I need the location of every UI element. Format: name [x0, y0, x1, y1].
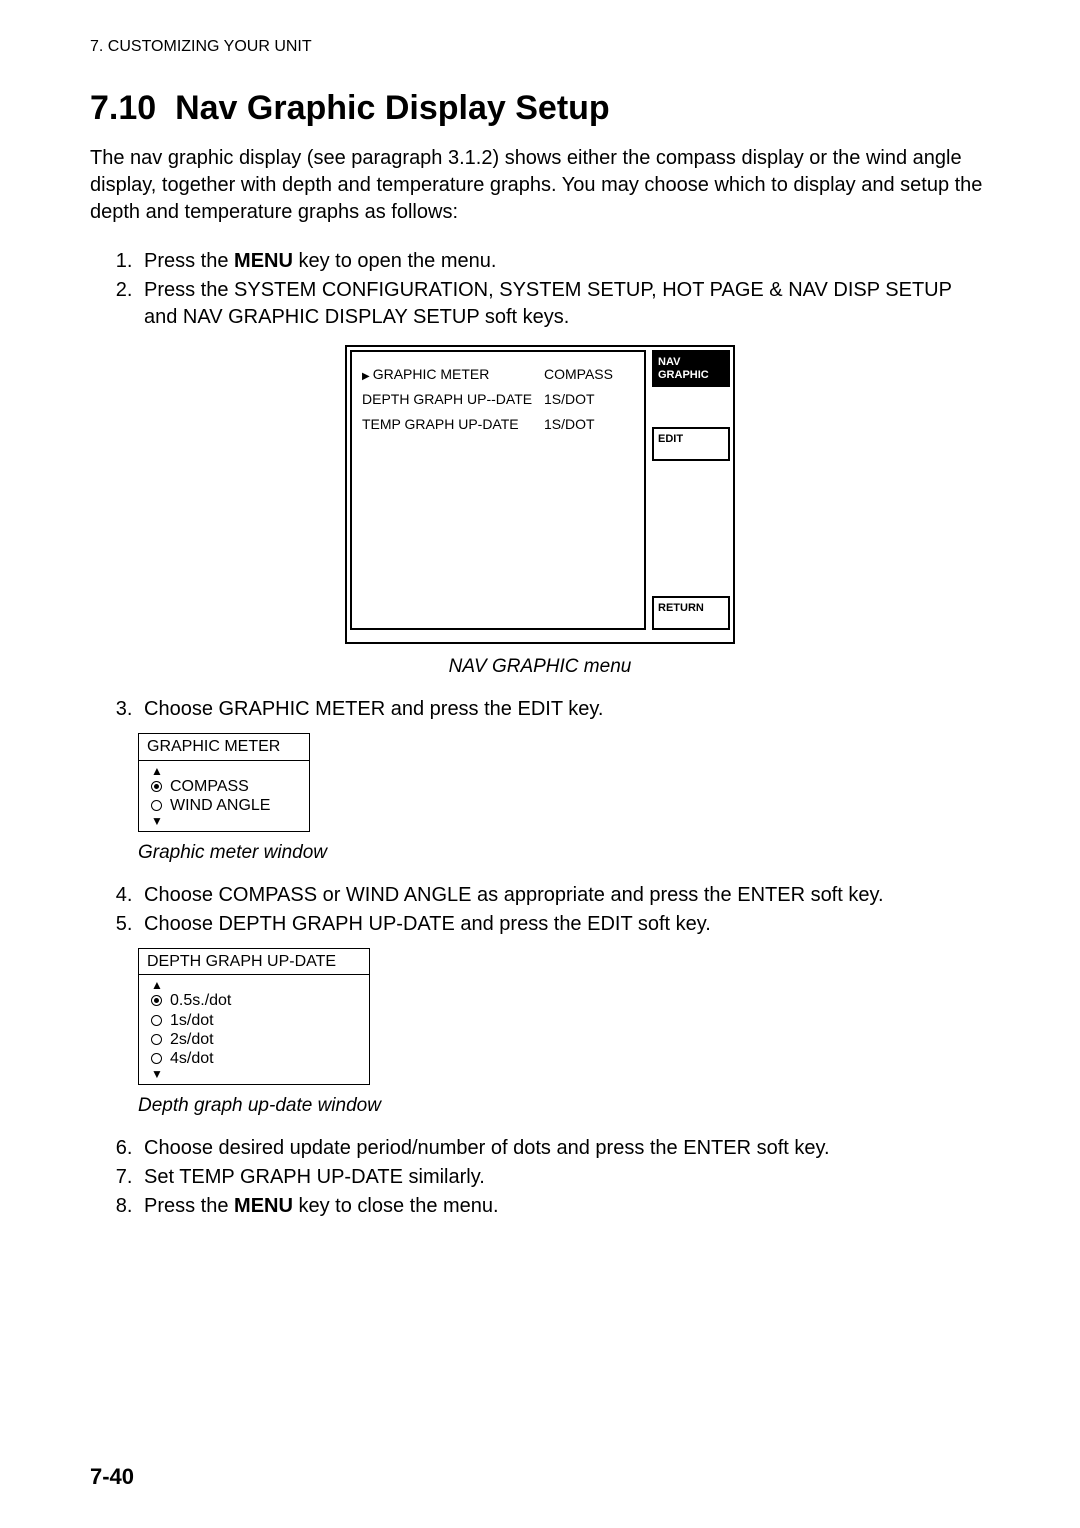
arrow-down-icon: ▼ [151, 1068, 359, 1080]
page: 7. CUSTOMIZING YOUR UNIT 7.10 Nav Graphi… [0, 0, 1080, 1528]
steps-list-1: Press the MENU key to open the menu. Pre… [90, 248, 990, 331]
depth-graph-window: DEPTH GRAPH UP-DATE ▲ 0.5s./dot 1s/dot 2… [138, 948, 370, 1085]
chapter-header: 7. CUSTOMIZING YOUR UNIT [90, 36, 990, 58]
step-8-text-c: key to close the menu. [293, 1195, 499, 1217]
intro-paragraph: The nav graphic display (see paragraph 3… [90, 145, 990, 226]
option-label: 0.5s./dot [170, 991, 231, 1010]
step-7: Set TEMP GRAPH UP-DATE similarly. [138, 1164, 990, 1191]
nav-graphic-outer: GRAPHIC METER COMPASS DEPTH GRAPH UP--DA… [345, 345, 735, 644]
radio-icon [151, 1015, 162, 1026]
radio-icon [151, 1034, 162, 1045]
option-label: 4s/dot [170, 1049, 214, 1068]
step-3: Choose GRAPHIC METER and press the EDIT … [138, 696, 990, 723]
radio-icon [151, 1053, 162, 1064]
step-1: Press the MENU key to open the menu. [138, 248, 990, 275]
nav-graphic-softkeys: NAV GRAPHIC EDIT RETURN [652, 350, 730, 630]
nav-graphic-table: GRAPHIC METER COMPASS DEPTH GRAPH UP--DA… [362, 362, 634, 437]
arrow-up-icon: ▲ [151, 765, 299, 777]
softkey-label-line1: NAV [658, 356, 680, 368]
softkey-nav-graphic[interactable]: NAV GRAPHIC [652, 350, 730, 386]
step-1-text-a: Press the [144, 250, 234, 272]
graphic-meter-window: GRAPHIC METER ▲ COMPASS WIND ANGLE ▼ [138, 733, 310, 832]
option-row[interactable]: WIND ANGLE [151, 796, 299, 815]
menu-row-value: COMPASS [544, 362, 634, 387]
depth-graph-caption: Depth graph up-date window [138, 1093, 990, 1119]
graphic-meter-title: GRAPHIC METER [139, 734, 309, 761]
option-label: WIND ANGLE [170, 796, 270, 815]
option-label: 2s/dot [170, 1030, 214, 1049]
softkey-edit[interactable]: EDIT [652, 427, 730, 461]
option-row[interactable]: 4s/dot [151, 1049, 359, 1068]
step-1-text-c: key to open the menu. [293, 250, 496, 272]
steps-list-6: Choose desired update period/number of d… [90, 1135, 990, 1220]
menu-row-selected: GRAPHIC METER [362, 366, 489, 382]
section-number: 7.10 [90, 89, 156, 127]
nav-graphic-caption: NAV GRAPHIC menu [90, 654, 990, 680]
menu-row: TEMP GRAPH UP-DATE [362, 412, 544, 437]
section-heading: 7.10 Nav Graphic Display Setup [90, 86, 990, 132]
radio-selected-icon [151, 995, 162, 1006]
page-number: 7-40 [90, 1462, 134, 1492]
radio-icon [151, 800, 162, 811]
steps-list-4: Choose COMPASS or WIND ANGLE as appropri… [90, 882, 990, 938]
step-6: Choose desired update period/number of d… [138, 1135, 990, 1162]
nav-graphic-figure: GRAPHIC METER COMPASS DEPTH GRAPH UP--DA… [345, 345, 735, 644]
step-8-key: MENU [234, 1195, 293, 1217]
option-row[interactable]: COMPASS [151, 777, 299, 796]
menu-row-value: 1S/DOT [544, 387, 634, 412]
step-5: Choose DEPTH GRAPH UP-DATE and press the… [138, 911, 990, 938]
option-label: 1s/dot [170, 1011, 214, 1030]
arrow-down-icon: ▼ [151, 815, 299, 827]
menu-row: DEPTH GRAPH UP--DATE [362, 387, 544, 412]
graphic-meter-caption: Graphic meter window [138, 840, 990, 866]
step-4: Choose COMPASS or WIND ANGLE as appropri… [138, 882, 990, 909]
arrow-up-icon: ▲ [151, 979, 359, 991]
step-8-text-a: Press the [144, 1195, 234, 1217]
step-1-key: MENU [234, 250, 293, 272]
softkey-label-line2: GRAPHIC [658, 369, 709, 381]
step-2: Press the SYSTEM CONFIGURATION, SYSTEM S… [138, 277, 990, 331]
option-row[interactable]: 0.5s./dot [151, 991, 359, 1010]
option-row[interactable]: 2s/dot [151, 1030, 359, 1049]
softkey-return[interactable]: RETURN [652, 596, 730, 630]
section-title-text: Nav Graphic Display Setup [175, 89, 610, 127]
option-label: COMPASS [170, 777, 249, 796]
steps-list-3: Choose GRAPHIC METER and press the EDIT … [90, 696, 990, 723]
depth-graph-title: DEPTH GRAPH UP-DATE [139, 949, 369, 976]
menu-row-value: 1S/DOT [544, 412, 634, 437]
nav-graphic-left-pane: GRAPHIC METER COMPASS DEPTH GRAPH UP--DA… [350, 350, 646, 630]
step-8: Press the MENU key to close the menu. [138, 1193, 990, 1220]
radio-selected-icon [151, 781, 162, 792]
option-row[interactable]: 1s/dot [151, 1011, 359, 1030]
